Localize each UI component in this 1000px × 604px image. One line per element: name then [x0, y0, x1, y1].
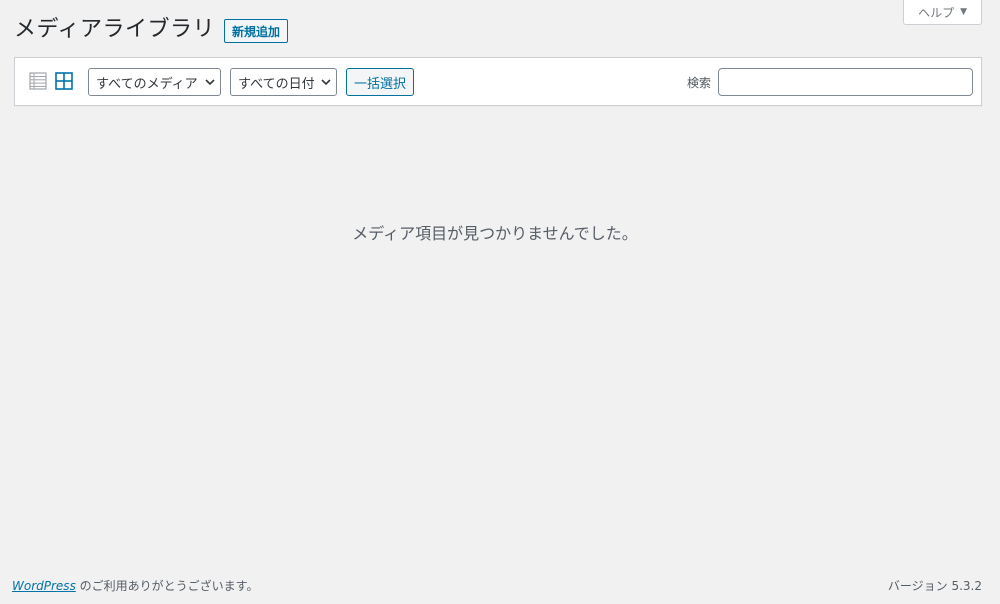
media-type-filter-value: すべてのメディア	[96, 76, 198, 92]
no-media-message: メディア項目が見つかりませんでした。	[352, 224, 638, 243]
footer-thanks: WordPress のご利用ありがとうございます。	[12, 577, 258, 594]
add-new-button[interactable]: 新規追加	[223, 19, 288, 43]
media-type-filter-select[interactable]: すべてのメディア	[88, 68, 221, 96]
view-switch	[29, 72, 73, 90]
wordpress-link[interactable]: WordPress	[12, 579, 76, 593]
media-library-page: ヘルプ ▼ メディアライブラリ 新規追加 すべてのメディア すべての日付 一括選…	[0, 0, 1000, 604]
grid-view-icon[interactable]	[55, 72, 73, 90]
page-header: メディアライブラリ 新規追加	[14, 17, 288, 43]
page-title: メディアライブラリ	[14, 17, 215, 42]
date-filter-value: すべての日付	[238, 76, 315, 92]
media-toolbar: すべてのメディア すべての日付 一括選択 検索	[14, 57, 982, 106]
search-input[interactable]	[718, 68, 973, 96]
bulk-select-button[interactable]: 一括選択	[346, 68, 414, 96]
date-filter-select[interactable]: すべての日付	[230, 68, 337, 96]
chevron-down-icon	[205, 79, 215, 86]
help-tab-label: ヘルプ	[918, 5, 955, 20]
search-label: 検索	[687, 76, 712, 90]
list-view-icon[interactable]	[29, 72, 47, 90]
footer-version: バージョン 5.3.2	[887, 579, 982, 593]
footer-thanks-text: のご利用ありがとうございます。	[75, 579, 259, 593]
caret-down-icon: ▼	[960, 7, 967, 17]
chevron-down-icon	[321, 79, 331, 86]
help-tab-button[interactable]: ヘルプ ▼	[903, 0, 982, 25]
